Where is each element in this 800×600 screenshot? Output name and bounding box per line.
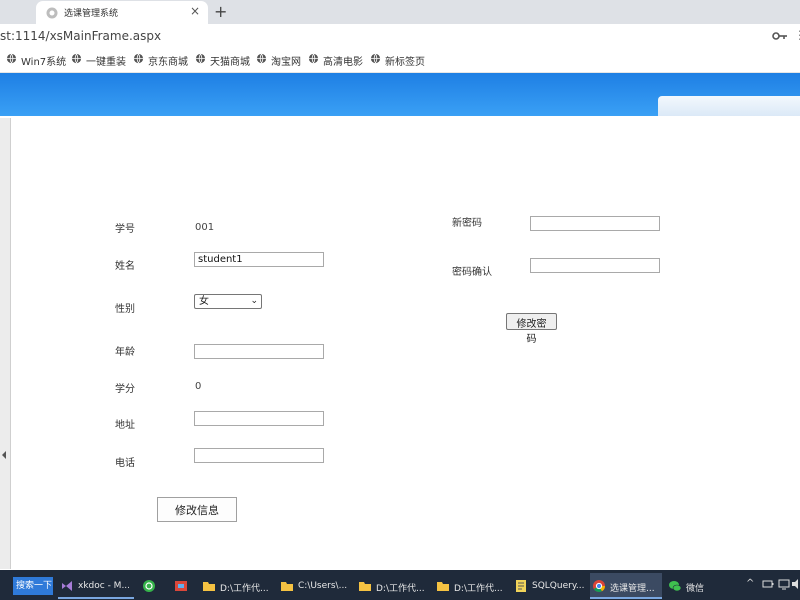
taskbar-item-label: 微信: [686, 584, 705, 594]
network-icon[interactable]: [778, 578, 790, 590]
phone-input[interactable]: [194, 448, 324, 463]
taskbar-item-label: xkdoc - M...: [78, 581, 131, 591]
change-password-button[interactable]: 修改密码: [506, 313, 557, 345]
wechat-icon: [669, 581, 682, 592]
credits-label: 学分: [115, 384, 135, 395]
page-banner: [0, 73, 800, 116]
new-tab-button[interactable]: +: [214, 2, 227, 21]
taskbar-item-sql[interactable]: SQLQuery...: [512, 573, 588, 599]
volume-icon[interactable]: [792, 578, 800, 590]
bookmarks-bar: Win7系统 一键重装 京东商城 天猫商城 淘宝网 高清电影 新标签页: [0, 48, 800, 73]
name-label: 姓名: [115, 261, 135, 272]
bookmark-item[interactable]: 新标签页: [370, 53, 425, 68]
update-info-button[interactable]: 修改信息: [157, 497, 237, 522]
left-splitter[interactable]: [0, 118, 11, 569]
taskbar-item-indicator: [58, 597, 134, 599]
confirm-password-label: 密码确认: [452, 267, 492, 278]
green-app-icon: [143, 580, 155, 592]
bookmark-item[interactable]: 淘宝网: [256, 53, 301, 68]
new-password-label: 新密码: [452, 218, 482, 229]
tab-title: 选课管理系统: [64, 9, 119, 19]
bookmark-label: 淘宝网: [271, 57, 301, 68]
media-app-icon: [175, 581, 187, 591]
taskbar-item-indicator: [590, 597, 662, 599]
key-icon[interactable]: [772, 29, 788, 43]
new-password-input[interactable]: [530, 216, 660, 231]
banner-tab: [658, 96, 800, 116]
taskbar-item-wechat[interactable]: 微信: [666, 573, 726, 599]
taskbar-search[interactable]: 搜索一下: [13, 577, 53, 595]
credits-value: 0: [195, 381, 202, 392]
address-input[interactable]: [194, 411, 324, 426]
phone-label: 电话: [115, 458, 135, 469]
battery-icon[interactable]: [762, 578, 774, 590]
bookmark-item[interactable]: 京东商城: [133, 53, 188, 68]
page-favicon-icon: [46, 7, 58, 19]
folder-icon: [359, 582, 371, 591]
visual-studio-icon: [62, 581, 72, 591]
gender-label: 性别: [115, 304, 135, 315]
globe-icon: [133, 53, 144, 64]
folder-icon: [437, 582, 449, 591]
bookmark-label: 一键重装: [86, 57, 126, 68]
taskbar-item-label: 选课管理...: [610, 584, 655, 594]
sql-query-icon: [516, 580, 526, 592]
folder-icon: [203, 582, 215, 591]
tab-strip: 选课管理系统 × +: [0, 0, 800, 24]
student-id-value: 001: [195, 222, 215, 233]
taskbar-item-label: D:\工作代...: [454, 584, 503, 594]
taskbar-item-chrome[interactable]: 选课管理...: [590, 573, 662, 599]
globe-icon: [308, 53, 319, 64]
globe-icon: [71, 53, 82, 64]
taskbar-item-folder[interactable]: C:\Users\...: [278, 573, 352, 599]
confirm-password-input[interactable]: [530, 258, 660, 273]
taskbar: 搜索一下 xkdoc - M... D:\工作代... C:\Users\...…: [0, 570, 800, 600]
bookmark-item[interactable]: 一键重装: [71, 53, 126, 68]
gender-selected-value: 女: [199, 296, 209, 307]
bookmark-label: 新标签页: [385, 57, 425, 68]
name-input[interactable]: [194, 252, 324, 267]
tab-close-icon[interactable]: ×: [190, 4, 200, 18]
taskbar-item-folder[interactable]: D:\工作代...: [356, 573, 430, 599]
taskbar-item-label: SQLQuery...: [532, 581, 585, 591]
taskbar-item-app[interactable]: [172, 573, 194, 599]
address-label: 地址: [115, 420, 135, 431]
chevron-down-icon: ⌄: [250, 296, 258, 306]
globe-icon: [256, 53, 267, 64]
taskbar-item-label: C:\Users\...: [298, 581, 348, 591]
bookmark-item[interactable]: Win7系统: [6, 53, 66, 68]
bookmark-label: 京东商城: [148, 57, 188, 68]
globe-icon: [195, 53, 206, 64]
taskbar-item-folder[interactable]: D:\工作代...: [434, 573, 508, 599]
globe-icon: [370, 53, 381, 64]
url-field[interactable]: st:1114/xsMainFrame.aspx: [0, 29, 161, 43]
bookmark-item[interactable]: 天猫商城: [195, 53, 250, 68]
inactive-tab[interactable]: [0, 0, 32, 24]
taskbar-item-folder[interactable]: D:\工作代...: [200, 573, 274, 599]
bookmark-label: Win7系统: [21, 57, 67, 68]
taskbar-item-label: D:\工作代...: [376, 584, 425, 594]
folder-icon: [281, 582, 293, 591]
bookmark-label: 天猫商城: [210, 57, 250, 68]
collapse-arrow-icon[interactable]: [2, 451, 6, 459]
bookmark-label: 高清电影: [323, 57, 363, 68]
address-bar: st:1114/xsMainFrame.aspx ⋮: [0, 24, 800, 48]
tray-expand-icon[interactable]: ^: [746, 578, 754, 589]
tab-active[interactable]: 选课管理系统 ×: [36, 1, 208, 24]
student-id-label: 学号: [115, 224, 135, 235]
age-label: 年龄: [115, 347, 135, 358]
bookmark-item[interactable]: 高清电影: [308, 53, 363, 68]
taskbar-item-app[interactable]: [140, 573, 160, 599]
globe-icon: [6, 53, 17, 64]
gender-select[interactable]: 女 ⌄: [194, 294, 262, 309]
age-input[interactable]: [194, 344, 324, 359]
chrome-icon: [593, 580, 605, 593]
browser-menu-icon[interactable]: ⋮: [794, 28, 800, 42]
taskbar-item-visual-studio[interactable]: xkdoc - M...: [58, 573, 134, 599]
taskbar-item-label: D:\工作代...: [220, 584, 269, 594]
